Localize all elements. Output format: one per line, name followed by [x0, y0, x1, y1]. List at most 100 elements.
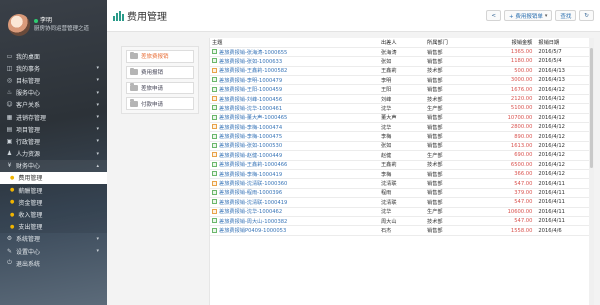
category-expense-claim[interactable]: 费用报销 [126, 65, 194, 79]
department-cell: 生产部 [425, 150, 483, 161]
expense-title-link[interactable]: 差旅费报销-张如-1000530 [210, 141, 379, 152]
table-row[interactable]: 差旅费报销-刘峰-1000456 刘峰 技术部 2120.00 2016/4/12 [210, 94, 594, 105]
refresh-button[interactable]: ↻ [579, 10, 594, 21]
expense-title-link[interactable]: 差旅费报销-王鑫莉-1000466 [210, 160, 379, 170]
expense-title-link[interactable]: 差旅费报销-赵健-1000449 [210, 150, 379, 161]
scrollbar-thumb[interactable] [590, 48, 593, 168]
subnav-item-salary[interactable]: ● 薪酬管理 [0, 184, 107, 197]
expense-title-link[interactable]: 差旅费报销-刘峰-1000456 [210, 94, 379, 105]
content-area: 差旅费报销 费用报销 差旅申请 付款申请 主题 出差人 所属部门 报销金额 报销日期 差… [114, 38, 594, 305]
search-button[interactable]: 查找 [555, 10, 577, 21]
table-row[interactable]: 差旅费报销-李梅-1000474 沈华 销售部 2800.00 2016/4/12 [210, 122, 594, 133]
expense-title-link[interactable]: 差旅费报销-沈华-1000461 [210, 103, 379, 114]
expense-title-link[interactable]: 差旅费报销-沈清联-1000419 [210, 197, 379, 208]
traveler-cell: 董大声 [378, 113, 426, 124]
user-name: 李明 [40, 17, 53, 24]
column-header[interactable]: 出差人 [378, 38, 426, 48]
traveler-cell: 李梅 [378, 131, 426, 142]
table-row[interactable]: 差旅费报销-赵健-1000449 赵健 生产部 690.00 2016/4/12 [210, 150, 594, 161]
document-icon [212, 171, 217, 177]
table-row[interactable]: 差旅费报销-王鑫莉-1000582 王鑫莉 技术部 500.00 2016/4/13 [210, 66, 594, 77]
expense-title-link[interactable]: 差旅费报销-周大山-1000382 [210, 216, 379, 227]
nav-item-inventory[interactable]: ▦ 进销存管理 ▾ [0, 111, 107, 123]
table-row[interactable]: 差旅费报销-沈清联-1000419 沈清联 销售部 547.00 2016/4/11 [210, 197, 594, 208]
back-button[interactable]: < [486, 10, 501, 21]
subnav-item-income[interactable]: ● 收入管理 [0, 208, 107, 221]
table-row[interactable]: 差旅费报销-张如-1000530 张如 销售部 1613.00 2016/4/12 [210, 141, 594, 152]
table-row[interactable]: 差旅费报销-沈华-1000462 沈华 生产部 10600.00 2016/4/11 [210, 207, 594, 217]
nav-item-desktop[interactable]: ▭ 我的桌面 [0, 50, 107, 62]
nav-item-logout[interactable]: ⏻ 退出系统 [0, 257, 107, 269]
scrollbar[interactable] [589, 38, 594, 305]
expense-title-link[interactable]: 差旅费报销-张如-1000633 [210, 56, 379, 67]
table-row[interactable]: 差旅费报销-张如-1000633 张如 销售部 1180.00 2016/5/4 [210, 56, 594, 67]
table-row[interactable]: 差旅费报销-李梅-1000475 李梅 销售部 890.00 2016/4/12 [210, 131, 594, 142]
column-header[interactable]: 主题 [210, 38, 379, 48]
expense-title-link[interactable]: 差旅费报销-沈华-1000462 [210, 207, 379, 217]
column-header[interactable]: 所属部门 [425, 38, 483, 48]
folder-icon [130, 83, 138, 91]
document-icon [212, 58, 217, 64]
bullet-icon: ● [10, 223, 15, 230]
subnav-item-expense[interactable]: ● 费用管理 [0, 171, 107, 185]
nav-item-customers[interactable]: ☺ 客户关系 ▾ [0, 99, 107, 111]
table-row[interactable]: 差旅费报销-沈华-1000461 沈华 生产部 5100.00 2016/4/12 [210, 103, 594, 114]
date-cell: 2016/4/12 [536, 141, 594, 152]
nav-item-targets[interactable]: ◎ 目标管理 ▾ [0, 74, 107, 86]
nav-item-finance[interactable]: ¥ 财务中心 ▴ [0, 159, 107, 172]
category-travel-request[interactable]: 差旅申请 [126, 81, 194, 95]
document-icon [212, 180, 217, 186]
table-row[interactable]: 差旅费报销-李明-1000479 李明 销售部 3000.00 2016/4/13 [210, 75, 594, 86]
chevron-down-icon: ▾ [96, 126, 99, 133]
chevron-down-icon: ▾ [96, 114, 99, 121]
document-icon [212, 161, 217, 167]
expense-title-link[interactable]: 差旅费报销-李梅-1000419 [210, 169, 379, 180]
chevron-up-icon: ▴ [96, 162, 99, 169]
nav-item-settings[interactable]: ✎ 设置中心 ▾ [0, 245, 107, 257]
expense-title-link[interactable]: 差旅费报销-李明-1000479 [210, 75, 379, 86]
avatar[interactable] [8, 14, 30, 36]
expense-title-link[interactable]: 差旅费报销-张海涛-1000655 [210, 47, 379, 58]
table-row[interactable]: 差旅费报销-周大山-1000382 周大山 技术部 547.00 2016/4/11 [210, 216, 594, 227]
table-row[interactable]: 差旅费报销-沈清联-1000360 沈清联 销售部 547.00 2016/4/11 [210, 178, 594, 189]
table-row[interactable]: 差旅费报销-王阳-1000459 王阳 销售部 1676.00 2016/4/12 [210, 84, 594, 95]
traveler-cell: 张海涛 [378, 47, 426, 58]
nav-item-hr[interactable]: ♟ 人力资源 ▾ [0, 148, 107, 160]
table-row[interactable]: 差旅费报销-董大声-1000465 董大声 销售部 10700.00 2016/4/12 [210, 113, 594, 124]
expense-title-link[interactable]: 差旅费报销P0409-1000053 [210, 225, 379, 236]
chevron-down-icon: ▾ [96, 248, 99, 255]
nav-item-system[interactable]: ⚙ 系统管理 ▾ [0, 233, 107, 245]
table-row[interactable]: 差旅费报销-王鑫莉-1000466 王鑫莉 技术部 6500.00 2016/4/12 [210, 160, 594, 170]
expense-title-link[interactable]: 差旅费报销-董大声-1000465 [210, 113, 379, 124]
table-row[interactable]: 差旅费报销-李梅-1000419 李梅 销售部 366.00 2016/4/12 [210, 169, 594, 180]
amount-cell: 547.00 [482, 178, 537, 189]
subnav-item-funds[interactable]: ● 资金管理 [0, 196, 107, 209]
document-icon [212, 189, 217, 195]
subnav-item-spending[interactable]: ● 支出管理 [0, 220, 107, 233]
chevron-down-icon: ▾ [96, 89, 99, 96]
date-cell: 2016/4/11 [536, 197, 594, 208]
main-area: 费用管理 < + 费用报销单 ▾ 查找 ↻ 差旅费报销 费用报销 差旅申请 付款申… [107, 0, 600, 305]
category-travel-expense[interactable]: 差旅费报销 [126, 50, 194, 63]
expense-title-link[interactable]: 差旅费报销-李梅-1000475 [210, 131, 379, 142]
document-icon [212, 105, 217, 111]
table-row[interactable]: 差旅费报销-程雨-1000396 程雨 销售部 379.00 2016/4/11 [210, 188, 594, 199]
column-header[interactable]: 报销金额 [482, 38, 537, 48]
table-row[interactable]: 差旅费报销-张海涛-1000655 张海涛 销售部 1365.00 2016/5/7 [210, 47, 594, 58]
table-row[interactable]: 差旅费报销P0409-1000053 石杰 销售部 1558.00 2016/4/6 [210, 225, 594, 236]
category-payment-request[interactable]: 付款申请 [126, 97, 194, 111]
new-expense-report-button[interactable]: + 费用报销单 ▾ [504, 10, 553, 21]
nav-item-projects[interactable]: ▤ 项目管理 ▾ [0, 123, 107, 135]
nav-item-service[interactable]: ♨ 服务中心 ▾ [0, 87, 107, 99]
expense-title-link[interactable]: 差旅费报销-王阳-1000459 [210, 84, 379, 95]
amount-cell: 690.00 [482, 150, 537, 161]
chevron-down-icon: ▾ [96, 77, 99, 84]
expense-title-link[interactable]: 差旅费报销-程雨-1000396 [210, 188, 379, 199]
folder-icon [130, 51, 138, 60]
expense-title-link[interactable]: 差旅费报销-沈清联-1000360 [210, 178, 379, 189]
expense-title-link[interactable]: 差旅费报销-李梅-1000474 [210, 122, 379, 133]
nav-item-admin[interactable]: ▣ 行政管理 ▾ [0, 135, 107, 147]
nav-item-tasks[interactable]: ◫ 我的事务 ▾ [0, 62, 107, 74]
expense-title-link[interactable]: 差旅费报销-王鑫莉-1000582 [210, 66, 379, 77]
column-header[interactable]: 报销日期 [536, 38, 594, 48]
